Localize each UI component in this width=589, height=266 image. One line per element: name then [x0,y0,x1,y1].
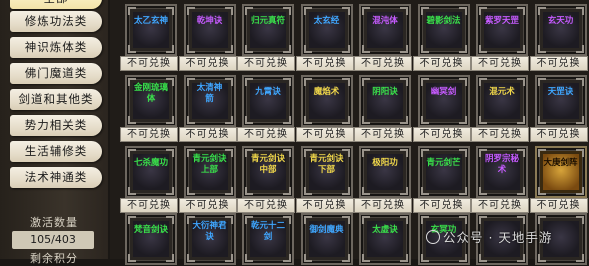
skill-book-name: 太玄经 [313,16,340,26]
skill-book-name: 大庚剑阵 [543,158,578,168]
skill-book-name: 乾坤诀 [196,16,223,26]
cannot-redeem-button[interactable]: 不可兑换 [529,198,588,213]
skill-book-name: 金刚琉璃 体 [133,83,168,104]
cannot-redeem-button[interactable]: 不可兑换 [295,127,354,142]
skill-book-name: 混沌体 [372,16,398,26]
cannot-redeem-button[interactable]: 不可兑换 [471,56,529,71]
cannot-redeem-button[interactable]: 不可兑换 [354,127,412,142]
skill-book-name: 紫罗天罡 [484,16,519,26]
cannot-redeem-button[interactable]: 不可兑换 [237,127,295,142]
skill-book-icon[interactable]: 七杀魔功 [125,146,177,198]
watermark: 公众号 · 天地手游 [426,227,552,246]
skill-book-icon[interactable]: 极阳功 [359,146,411,198]
skill-book-icon[interactable]: 大庚剑阵 [534,146,587,198]
skill-book-name: 大衍神君 诀 [192,221,227,242]
skill-book-name: 碧影剑法 [426,16,461,26]
skill-book-name: 青元剑芒 [426,158,461,168]
activation-count-value: 105/403 [12,231,94,249]
skill-book-icon[interactable]: 太乙玄神 [125,4,177,56]
skill-book-icon[interactable]: 金刚琉璃 体 [125,75,177,127]
skill-book-name: 极阳功 [372,158,398,168]
cannot-redeem-button[interactable]: 不可兑换 [412,127,471,142]
skill-book-icon[interactable]: 大衍神君 诀 [183,213,236,265]
tab-spells[interactable]: 法术神通类 [10,167,102,188]
skill-book-name: 九霄诀 [255,87,281,97]
skill-book-name: 御剑魔典 [309,225,344,235]
skill-book-icon[interactable]: 乾元十二 剑 [242,213,294,265]
wechat-icon [426,230,440,244]
tab-faction[interactable]: 势力相关类 [10,115,102,136]
cannot-redeem-button[interactable]: 不可兑换 [471,127,529,142]
cannot-redeem-button[interactable]: 不可兑换 [412,198,471,213]
remaining-points-label: 剩余积分 [30,252,78,265]
skill-book-icon[interactable]: 御剑魔典 [300,213,353,265]
cannot-redeem-button[interactable]: 不可兑换 [237,198,295,213]
skill-book-icon[interactable]: 魔焰术 [300,75,353,127]
skill-book-name: 玄天功 [547,16,574,26]
skill-book-icon[interactable]: 太玄经 [300,4,353,56]
tab-life-auxiliary[interactable]: 生活辅修类 [10,141,102,162]
cannot-redeem-button[interactable]: 不可兑换 [120,56,178,71]
skill-book-name: 青元剑诀 中部 [250,154,285,175]
skill-book-icon[interactable]: 太虚诀 [359,213,411,265]
tab-cultivation-techniques[interactable]: 修炼功法类 [10,11,102,32]
cannot-redeem-button[interactable]: 不可兑换 [120,127,178,142]
skill-book-icon[interactable]: 青元剑诀 上部 [183,146,236,198]
skill-book-name: 太乙玄神 [133,16,168,26]
cannot-redeem-button[interactable]: 不可兑换 [354,56,412,71]
skill-book-icon[interactable]: 混元术 [476,75,528,127]
cannot-redeem-button[interactable]: 不可兑换 [295,198,354,213]
cannot-redeem-button[interactable]: 不可兑换 [354,198,412,213]
skill-book-grid: 太乙玄神不可兑换 乾坤诀不可兑换 归元真符不可兑换 太玄经不可兑换 混沌体不可兑换 碧影剑… [110,0,589,265]
skill-book-name: 青元剑诀 上部 [192,154,227,175]
skill-book-icon[interactable]: 九霄诀 [242,75,294,127]
skill-book-icon[interactable]: 幽冥剑 [417,75,470,127]
skill-book-icon[interactable]: 天罡诀 [534,75,587,127]
cannot-redeem-button[interactable]: 不可兑换 [178,56,237,71]
skill-book-name: 青元剑诀 下部 [309,154,344,175]
skill-book-name: 归元真符 [250,16,285,26]
cannot-redeem-button[interactable]: 不可兑换 [412,56,471,71]
skill-book-icon[interactable]: 碧影剑法 [417,4,470,56]
skill-book-icon[interactable]: 青元剑芒 [417,146,470,198]
skill-book-name: 太清神 箭 [196,83,223,104]
skill-book-name: 魔焰术 [313,87,340,97]
activation-count-label: 激活数量 [30,216,78,229]
skill-book-icon[interactable]: 梵音剑诀 [125,213,177,265]
skill-book-name: 阴罗宗秘 术 [484,154,519,175]
cannot-redeem-button[interactable]: 不可兑换 [529,56,588,71]
cannot-redeem-button[interactable]: 不可兑换 [471,198,529,213]
skill-book-icon[interactable]: 紫罗天罡 [476,4,528,56]
skill-book-icon[interactable]: 太清神 箭 [183,75,236,127]
skill-book-name: 混元术 [489,87,515,97]
skill-book-icon[interactable]: 阴阳诀 [359,75,411,127]
skill-book-name: 幽冥剑 [430,87,457,97]
skill-book-icon[interactable]: 青元剑诀 中部 [242,146,294,198]
cannot-redeem-button[interactable]: 不可兑换 [237,56,295,71]
skill-book-icon[interactable]: 玄天功 [534,4,587,56]
skill-book-name: 阴阳诀 [372,87,398,97]
skill-book-icon[interactable]: 乾坤诀 [183,4,236,56]
skill-book-name: 太虚诀 [372,225,398,235]
tab-buddhist-demonic[interactable]: 佛门魔道类 [10,63,102,84]
skill-book-icon[interactable]: 归元真符 [242,4,294,56]
tab-all[interactable]: 全部 [10,0,102,9]
skill-book-name: 七杀魔功 [133,158,168,168]
cannot-redeem-button[interactable]: 不可兑换 [178,127,237,142]
skill-book-name: 乾元十二 剑 [250,221,285,242]
cannot-redeem-button[interactable]: 不可兑换 [529,127,588,142]
cannot-redeem-button[interactable]: 不可兑换 [178,198,237,213]
tab-sword-other[interactable]: 剑道和其他类 [10,89,102,110]
skill-book-name: 梵音剑诀 [133,225,168,235]
skill-book-icon[interactable]: 阴罗宗秘 术 [476,146,528,198]
tab-spirit-body[interactable]: 神识炼体类 [10,37,102,58]
skill-book-icon[interactable]: 青元剑诀 下部 [300,146,353,198]
cannot-redeem-button[interactable]: 不可兑换 [295,56,354,71]
skill-book-name: 天罡诀 [547,87,574,97]
category-sidebar: 全部 修炼功法类 神识炼体类 佛门魔道类 剑道和其他类 势力相关类 生活辅修类 … [0,0,108,265]
cannot-redeem-button[interactable]: 不可兑换 [120,198,178,213]
skill-book-icon[interactable]: 混沌体 [359,4,411,56]
